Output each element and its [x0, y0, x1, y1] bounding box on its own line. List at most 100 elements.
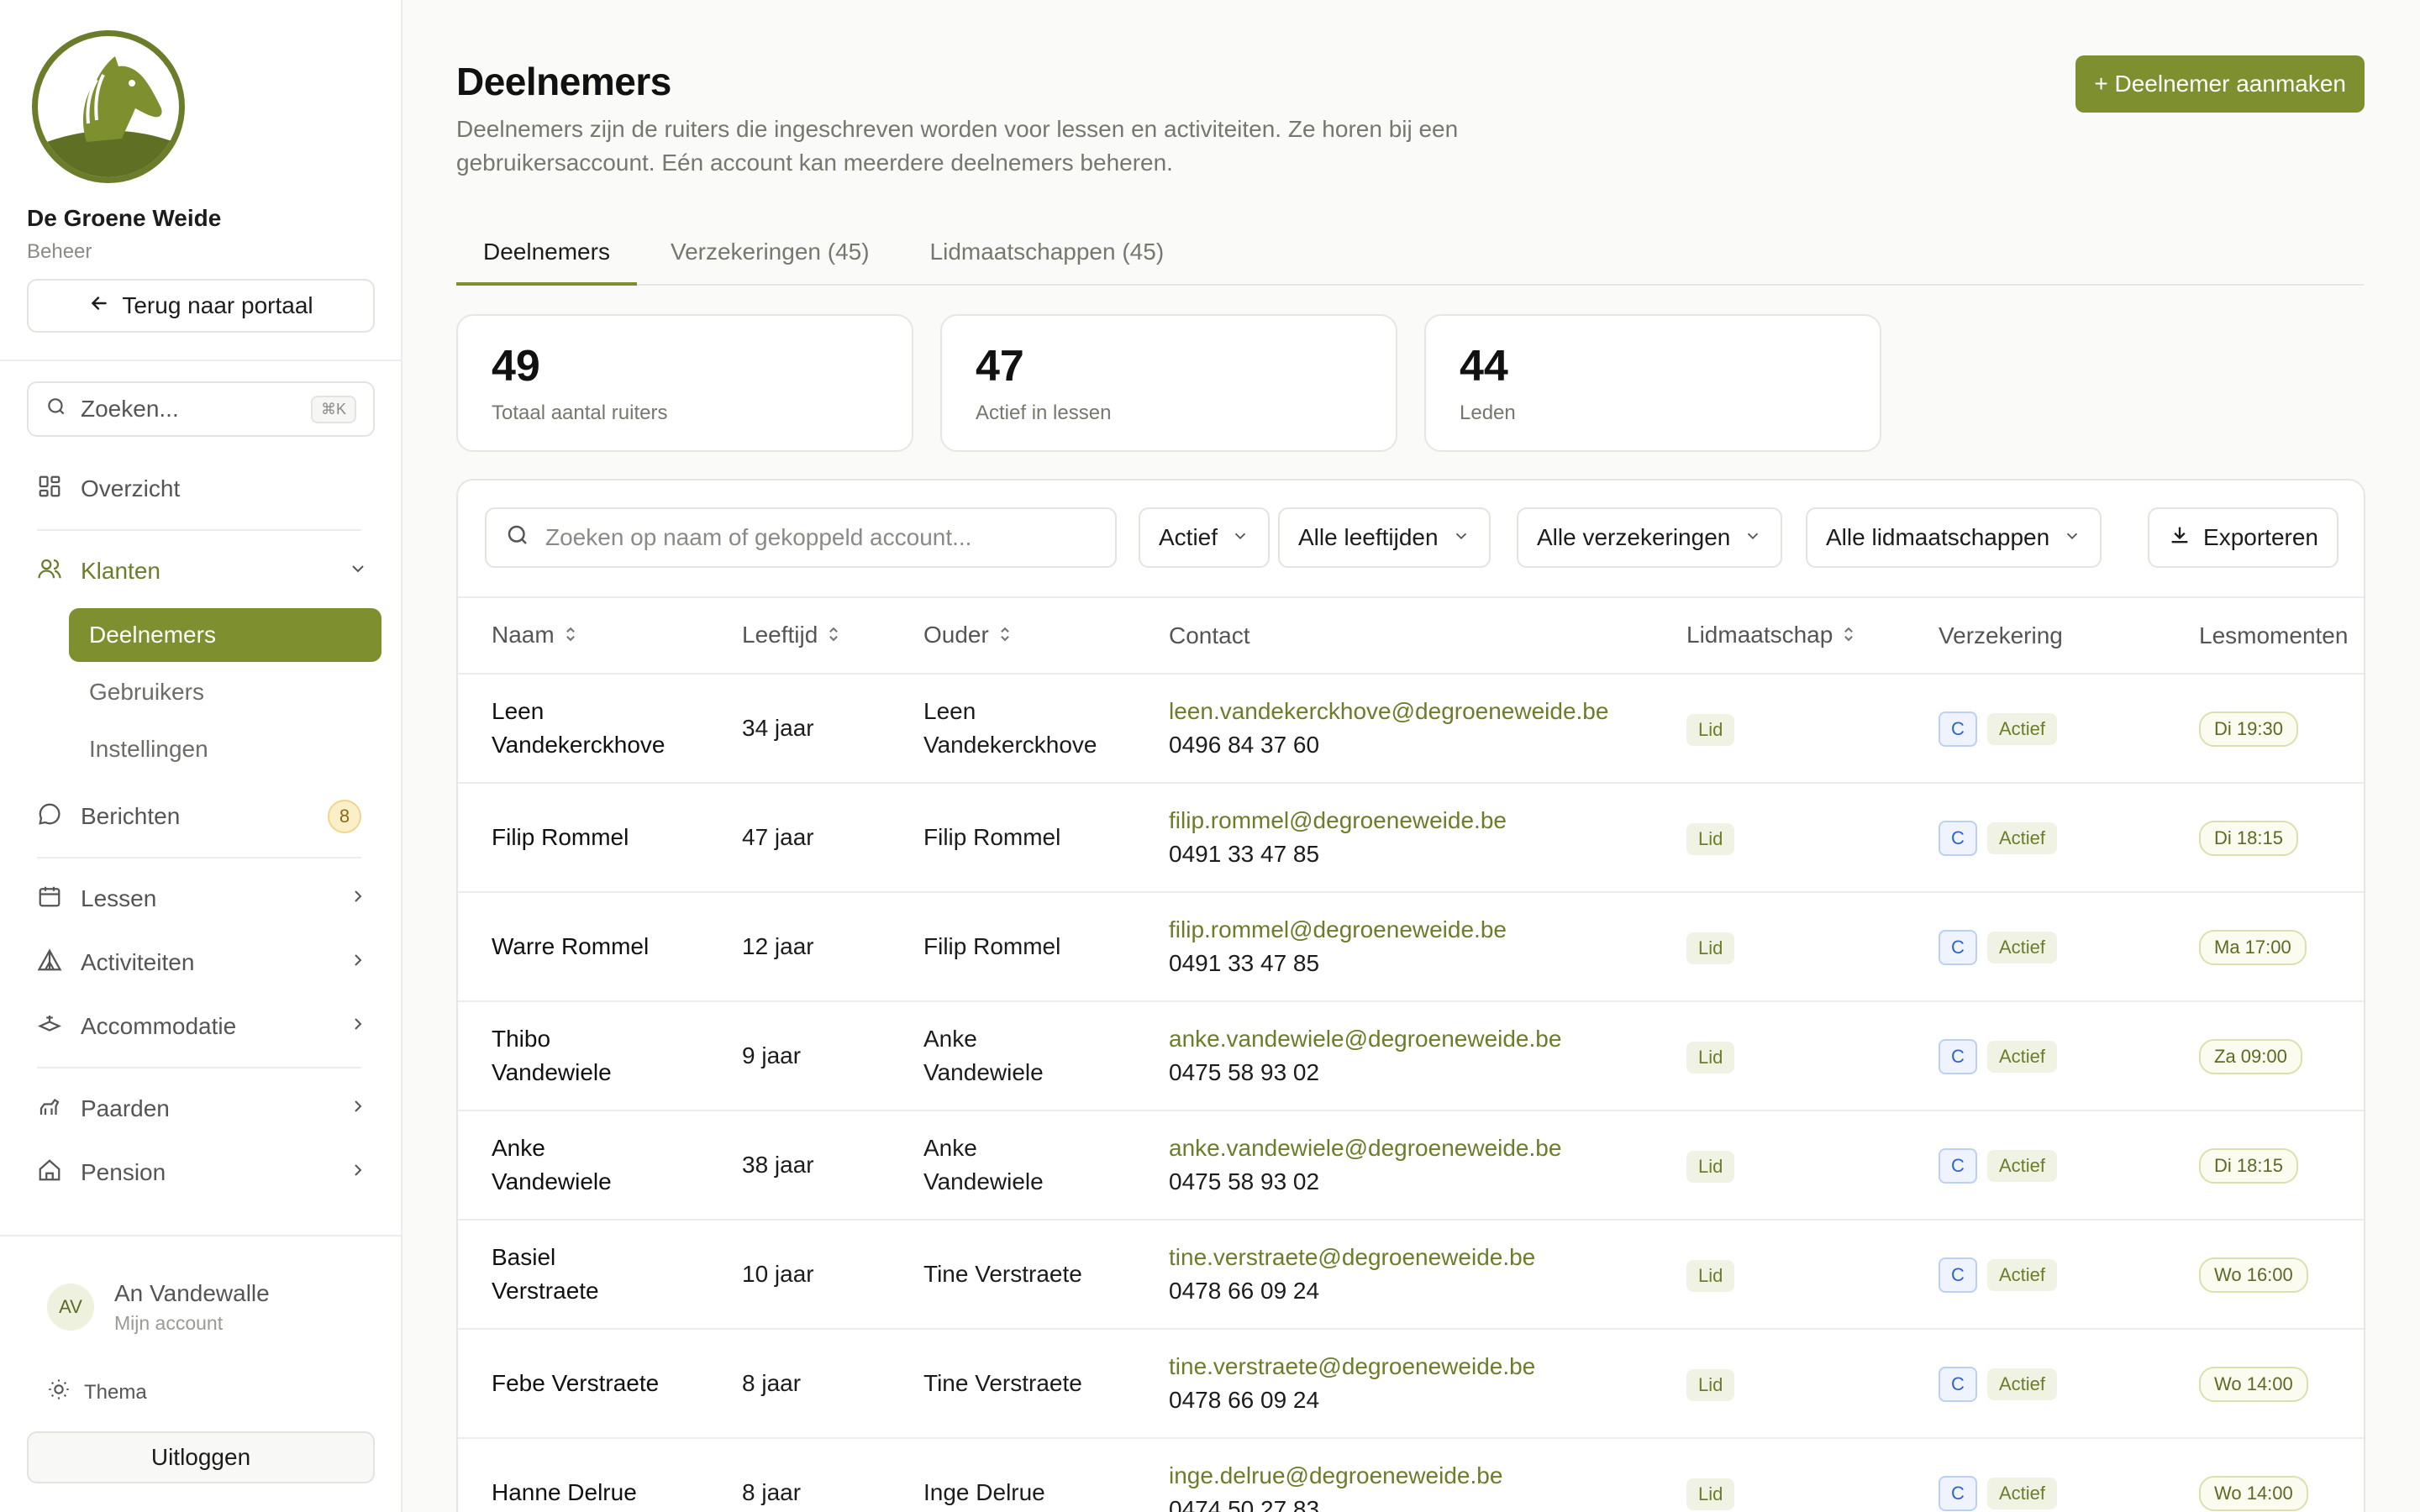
insurance-type-badge: C — [1939, 929, 1977, 965]
parent-name: Filip Rommel — [923, 933, 1061, 959]
membership-badge: Lid — [1686, 932, 1735, 964]
nav-divider — [37, 857, 361, 858]
grid-icon — [37, 474, 62, 505]
insurance-filter-select[interactable]: Alle verzekeringen — [1517, 507, 1783, 568]
phone-number: 0491 33 47 85 — [1169, 950, 1320, 976]
horse-icon — [37, 1094, 62, 1125]
stat-label: Totaal aantal ruiters — [492, 402, 668, 424]
phone-number: 0491 33 47 85 — [1169, 841, 1320, 867]
participant-age: 9 jaar — [708, 1001, 890, 1111]
sort-icon — [997, 622, 1013, 649]
table-row[interactable]: Warre Rommel 12 jaar Filip Rommel filip.… — [458, 892, 2364, 1002]
email-link[interactable]: tine.verstraete@degroeneweide.be — [1169, 1241, 1653, 1274]
column-leeftijd[interactable]: Leeftijd — [708, 598, 890, 675]
parent-name-cell: Tine Verstraete — [890, 1329, 1135, 1439]
contact-cell: leen.vandekerckhove@degroeneweide.be 0496… — [1135, 674, 1653, 784]
column-naam[interactable]: Naam — [458, 598, 708, 675]
sidebar-item-activiteiten[interactable]: Activiteiten — [37, 939, 373, 986]
table-row[interactable]: Hanne Delrue 8 jaar Inge Delrue inge.del… — [458, 1438, 2364, 1512]
arena-icon — [37, 1011, 62, 1042]
email-link[interactable]: inge.delrue@degroeneweide.be — [1169, 1459, 1653, 1493]
insurance-cell: C Actief — [1905, 1438, 2165, 1512]
sidebar-item-instellingen[interactable]: Instellingen — [69, 722, 381, 776]
export-button[interactable]: Exporteren — [2148, 507, 2338, 568]
participant-age: 8 jaar — [708, 1329, 890, 1439]
page-description: Deelnemers zijn de ruiters die ingeschre… — [456, 116, 1459, 176]
unread-count-badge: 8 — [328, 800, 361, 833]
sidebar-item-gebruikers[interactable]: Gebruikers — [69, 665, 381, 719]
participant-name: Basiel — [492, 1244, 556, 1270]
sidebar-item-berichten[interactable]: Berichten 8 — [37, 793, 373, 840]
table-header-row: Naam Leeftijd Ouder Contact Lidmaatschap… — [458, 598, 2364, 675]
sidebar-item-paarden[interactable]: Paarden — [37, 1085, 373, 1132]
chevron-down-icon — [1452, 524, 1470, 551]
participant-name: Hanne Delrue — [492, 1479, 637, 1505]
table-row[interactable]: Basiel Verstraete 10 jaar Tine Verstraete… — [458, 1220, 2364, 1330]
stat-value: 44 — [1460, 342, 1508, 391]
table-row[interactable]: Febe Verstraete 8 jaar Tine Verstraete t… — [458, 1329, 2364, 1439]
search-icon — [505, 522, 530, 554]
membership-cell: Lid — [1653, 1438, 1905, 1512]
home-icon — [37, 1158, 62, 1189]
theme-toggle[interactable]: Thema — [47, 1378, 147, 1407]
column-label: Lidmaatschap — [1686, 621, 1833, 648]
membership-badge: Lid — [1686, 1478, 1735, 1510]
status-filter-select[interactable]: Actief — [1139, 507, 1270, 568]
sidebar-search-input[interactable]: Zoeken... ⌘K — [27, 381, 375, 437]
email-link[interactable]: tine.verstraete@degroeneweide.be — [1169, 1350, 1653, 1383]
nav-divider — [37, 1067, 361, 1068]
column-label: Lesmomenten — [2199, 622, 2349, 648]
tabs: Deelnemers Verzekeringen (45) Lidmaatsch… — [456, 225, 2364, 286]
email-link[interactable]: filip.rommel@degroeneweide.be — [1169, 913, 1653, 947]
sidebar-item-label: Pension — [81, 1159, 166, 1185]
participant-age: 10 jaar — [708, 1220, 890, 1330]
table-row[interactable]: Anke Vandewiele 38 jaar Anke Vandewiele an… — [458, 1110, 2364, 1221]
parent-name-cell: Inge Delrue — [890, 1438, 1135, 1512]
sidebar-item-accommodatie[interactable]: Accommodatie — [37, 1003, 373, 1050]
sidebar-search-placeholder: Zoeken... — [81, 396, 179, 422]
column-lidmaatschap[interactable]: Lidmaatschap — [1653, 598, 1905, 675]
lesson-time-badge: Di 18:15 — [2199, 1147, 2298, 1184]
tab-deelnemers[interactable]: Deelnemers — [456, 225, 637, 286]
insurance-type-badge: C — [1939, 1366, 1977, 1402]
table-row[interactable]: Thibo Vandewiele 9 jaar Anke Vandewiele an… — [458, 1001, 2364, 1111]
participant-name: Verstraete — [492, 1278, 599, 1304]
tab-lidmaatschappen[interactable]: Lidmaatschappen (45) — [903, 225, 1192, 286]
user-name[interactable]: An Vandewalle — [114, 1280, 270, 1307]
insurance-type-badge: C — [1939, 1147, 1977, 1184]
sidebar-item-klanten[interactable]: Klanten — [37, 548, 373, 595]
participant-search-input[interactable]: Zoeken op naam of gekoppeld account... — [485, 507, 1117, 568]
contact-cell: filip.rommel@degroeneweide.be 0491 33 47 … — [1135, 892, 1653, 1002]
column-label: Verzekering — [1939, 622, 2063, 648]
table-row[interactable]: Leen Vandekerckhove 34 jaar Leen Vandekerc… — [458, 674, 2364, 784]
column-ouder[interactable]: Ouder — [890, 598, 1135, 675]
email-link[interactable]: leen.vandekerckhove@degroeneweide.be — [1169, 695, 1653, 728]
insurance-type-badge: C — [1939, 820, 1977, 856]
calendar-icon — [37, 884, 62, 915]
participant-name: Vandewiele — [492, 1059, 612, 1085]
participant-name-cell: Warre Rommel — [458, 892, 708, 1002]
sidebar-item-label: Activiteiten — [81, 949, 195, 975]
sidebar-item-pension[interactable]: Pension — [37, 1149, 373, 1196]
tab-verzekeringen[interactable]: Verzekeringen (45) — [644, 225, 897, 286]
email-link[interactable]: anke.vandewiele@degroeneweide.be — [1169, 1131, 1653, 1165]
avatar[interactable]: AV — [47, 1284, 94, 1331]
contact-cell: anke.vandewiele@degroeneweide.be 0475 58 … — [1135, 1001, 1653, 1111]
table-row[interactable]: Filip Rommel 47 jaar Filip Rommel filip.… — [458, 783, 2364, 893]
lesson-cell: Di 19:30 — [2165, 674, 2364, 784]
sidebar-item-lessen[interactable]: Lessen — [37, 875, 373, 922]
logout-button[interactable]: Uitloggen — [27, 1431, 375, 1483]
back-to-portal-button[interactable]: Terug naar portaal — [27, 279, 375, 333]
user-account-link[interactable]: Mijn account — [114, 1312, 223, 1335]
age-filter-select[interactable]: Alle leeftijden — [1278, 507, 1491, 568]
sidebar-item-overzicht[interactable]: Overzicht — [37, 465, 373, 512]
insurance-type-badge: C — [1939, 1038, 1977, 1074]
sidebar-item-deelnemers[interactable]: Deelnemers — [69, 608, 381, 662]
back-to-portal-label: Terug naar portaal — [122, 292, 313, 318]
create-participant-button[interactable]: + Deelnemer aanmaken — [2075, 55, 2365, 113]
parent-name-cell: Filip Rommel — [890, 783, 1135, 893]
email-link[interactable]: filip.rommel@degroeneweide.be — [1169, 804, 1653, 837]
membership-filter-select[interactable]: Alle lidmaatschappen — [1806, 507, 2102, 568]
membership-badge: Lid — [1686, 1150, 1735, 1183]
email-link[interactable]: anke.vandewiele@degroeneweide.be — [1169, 1022, 1653, 1056]
